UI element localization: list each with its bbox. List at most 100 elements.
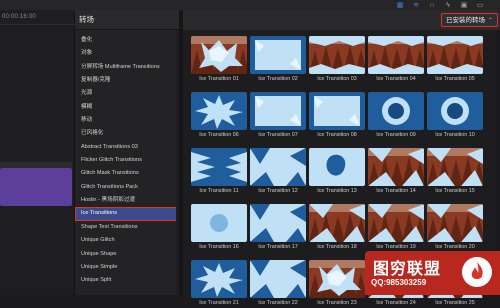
transition-tile[interactable]: Ice Transition 20 xyxy=(427,204,483,252)
transition-thumbnail xyxy=(250,36,306,74)
sidebar-item[interactable]: Unique Glitch xyxy=(75,234,179,247)
transition-thumbnail xyxy=(191,260,247,298)
sidebar-item[interactable]: Abstract Transitions 03 xyxy=(75,141,179,154)
transitions-sidebar: 转场 叠化对象分屏转场 Multiframe Transitions复制器/克隆… xyxy=(75,10,179,295)
sidebar-item[interactable]: 叠化 xyxy=(75,34,179,47)
transition-label: Ice Transition 17 xyxy=(250,244,306,250)
sidebar-item[interactable]: 分屏转场 Multiframe Transitions xyxy=(75,61,179,74)
transition-thumbnail xyxy=(309,204,365,242)
transition-label: Ice Transition 15 xyxy=(427,188,483,194)
chevron-updown-icon: ⌃ xyxy=(488,18,493,24)
transition-thumbnail xyxy=(427,148,483,186)
transition-thumbnail xyxy=(309,36,365,74)
transition-tile[interactable]: Ice Transition 05 xyxy=(427,36,483,84)
transition-tile[interactable]: Ice Transition 17 xyxy=(250,204,306,252)
sidebar-item[interactable]: Ice Transitions xyxy=(75,207,179,220)
transition-thumbnail xyxy=(427,92,483,130)
sidebar-item[interactable]: 已风格化 xyxy=(75,127,179,140)
share-icon[interactable]: ▣ xyxy=(460,2,468,9)
watermark-qq: QQ:985303259 xyxy=(371,278,426,287)
transition-tile[interactable]: Ice Transition 01 xyxy=(191,36,247,84)
sidebar-item[interactable]: Unique Split xyxy=(75,274,179,287)
transition-thumbnail xyxy=(191,92,247,130)
transition-thumbnail xyxy=(191,148,247,186)
transition-tile[interactable]: Ice Transition 21 xyxy=(191,260,247,308)
transition-thumbnail xyxy=(427,36,483,74)
transition-label: Ice Transition 01 xyxy=(191,76,247,82)
sidebar-item[interactable]: Hoslin - 黑场阴影过渡 xyxy=(75,194,179,207)
transition-tile[interactable]: Ice Transition 12 xyxy=(250,148,306,196)
equalizer-icon[interactable]: ≋ xyxy=(412,2,420,9)
transition-label: Ice Transition 09 xyxy=(368,132,424,138)
transition-tile[interactable]: Ice Transition 15 xyxy=(427,148,483,196)
transition-label: Ice Transition 20 xyxy=(427,244,483,250)
network-icon[interactable]: ▦ xyxy=(396,2,404,9)
transition-thumbnail xyxy=(368,148,424,186)
transition-thumbnail xyxy=(191,204,247,242)
transition-label: Ice Transition 02 xyxy=(250,76,306,82)
transition-thumbnail xyxy=(368,36,424,74)
transition-label: Ice Transition 14 xyxy=(368,188,424,194)
transition-thumbnail xyxy=(250,148,306,186)
transition-label: Ice Transition 23 xyxy=(309,300,365,306)
transition-label: Ice Transition 05 xyxy=(427,76,483,82)
timeline-clip[interactable] xyxy=(0,168,72,206)
watermark-banner: 图穷联盟 QQ:985303259 xyxy=(365,251,500,295)
transition-label: Ice Transition 03 xyxy=(309,76,365,82)
category-list: 叠化对象分屏转场 Multiframe Transitions复制器/克隆光源模… xyxy=(75,34,179,288)
transition-label: Ice Transition 04 xyxy=(368,76,424,82)
transition-tile[interactable]: Ice Transition 03 xyxy=(309,36,365,84)
transition-thumbnail xyxy=(191,36,247,74)
sidebar-item[interactable]: Unique Shape xyxy=(75,248,179,261)
sidebar-header: 转场 xyxy=(75,10,179,30)
sidebar-item[interactable]: Glitch Transitions Pack xyxy=(75,181,179,194)
transition-thumbnail xyxy=(250,260,306,298)
transition-label: Ice Transition 11 xyxy=(191,188,247,194)
transition-tile[interactable]: Ice Transition 19 xyxy=(368,204,424,252)
sidebar-item[interactable]: Glitch Mask Transitions xyxy=(75,167,179,180)
transition-thumbnail xyxy=(427,204,483,242)
transition-label: Ice Transition 19 xyxy=(368,244,424,250)
transition-label: Ice Transition 12 xyxy=(250,188,306,194)
transition-tile[interactable]: Ice Transition 23 xyxy=(309,260,365,308)
transition-label: Ice Transition 18 xyxy=(309,244,365,250)
headphones-icon[interactable]: ∩ xyxy=(428,2,436,9)
transition-thumbnail xyxy=(309,148,365,186)
transition-tile[interactable]: Ice Transition 16 xyxy=(191,204,247,252)
transition-tile[interactable]: Ice Transition 18 xyxy=(309,204,365,252)
browser-header: 已安装的转场⌃ xyxy=(183,10,500,30)
transition-tile[interactable]: Ice Transition 13 xyxy=(309,148,365,196)
transition-tile[interactable]: Ice Transition 10 xyxy=(427,92,483,140)
transition-tile[interactable]: Ice Transition 07 xyxy=(250,92,306,140)
transition-thumbnail xyxy=(309,260,365,298)
transition-tile[interactable]: Ice Transition 22 xyxy=(250,260,306,308)
transition-tile[interactable]: Ice Transition 09 xyxy=(368,92,424,140)
sidebar-item[interactable]: 光源 xyxy=(75,87,179,100)
transition-thumbnail xyxy=(368,204,424,242)
transition-label: Ice Transition 22 xyxy=(250,300,306,306)
lightning-icon[interactable]: ϟ xyxy=(444,2,452,9)
transition-thumbnail xyxy=(368,92,424,130)
installed-transitions-dropdown[interactable]: 已安装的转场⌃ xyxy=(441,13,498,27)
transition-tile[interactable]: Ice Transition 06 xyxy=(191,92,247,140)
sidebar-item[interactable]: 复制器/克隆 xyxy=(75,74,179,87)
transition-label: Ice Transition 13 xyxy=(309,188,365,194)
sidebar-item[interactable]: 移动 xyxy=(75,114,179,127)
sidebar-item[interactable]: Unique Simple xyxy=(75,261,179,274)
sidebar-item[interactable]: Flicker Glitch Transitions xyxy=(75,154,179,167)
sidebar-item[interactable]: 对象 xyxy=(75,47,179,60)
transition-tile[interactable]: Ice Transition 11 xyxy=(191,148,247,196)
watermark-title: 图穷联盟 xyxy=(373,255,441,279)
transition-tile[interactable]: Ice Transition 08 xyxy=(309,92,365,140)
transition-tile[interactable]: Ice Transition 04 xyxy=(368,36,424,84)
sidebar-item[interactable]: Shape Text Transitions xyxy=(75,221,179,234)
transition-tile[interactable]: Ice Transition 02 xyxy=(250,36,306,84)
top-icons: ▦ ≋ ∩ ϟ ▣ ▭ xyxy=(396,1,484,9)
transition-label: Ice Transition 24 xyxy=(368,300,424,306)
browser-scrollbar[interactable] xyxy=(496,30,500,255)
timecode: 00:00:16:00 xyxy=(2,14,36,20)
transition-tile[interactable]: Ice Transition 14 xyxy=(368,148,424,196)
window-icon[interactable]: ▭ xyxy=(476,2,484,9)
sidebar-item[interactable]: 模糊 xyxy=(75,101,179,114)
dropdown-label: 已安装的转场 xyxy=(446,17,485,24)
